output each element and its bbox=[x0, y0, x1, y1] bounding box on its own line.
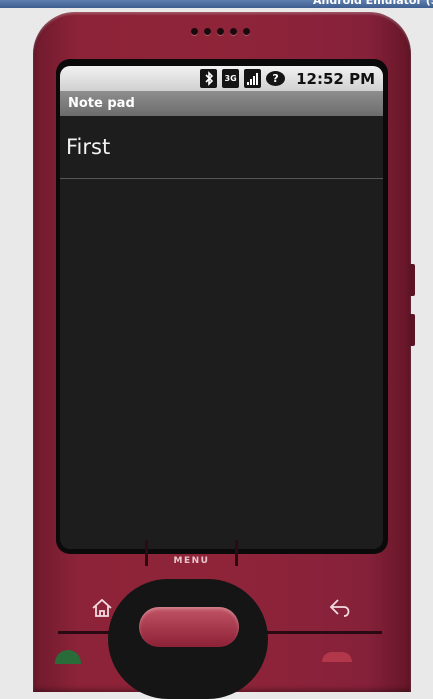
3g-icon: 3G bbox=[222, 69, 240, 88]
app-title: Note pad bbox=[68, 96, 135, 111]
list-item[interactable]: First bbox=[60, 116, 383, 179]
menu-label: MENU bbox=[173, 556, 210, 566]
note-list: First bbox=[60, 116, 383, 179]
back-icon[interactable] bbox=[328, 597, 354, 624]
app-title-bar: Note pad bbox=[60, 91, 383, 116]
speaker-grille bbox=[191, 28, 250, 35]
volume-up-button[interactable] bbox=[409, 264, 415, 296]
note-title: First bbox=[66, 135, 111, 159]
right-key-divider bbox=[262, 631, 382, 634]
menu-button[interactable]: MENU bbox=[145, 540, 238, 566]
emulator-window-titlebar: Android Emulator (5 bbox=[0, 0, 433, 8]
device-screen: 3G ? 12:52 PM Note pad First bbox=[60, 66, 383, 549]
end-call-icon[interactable] bbox=[322, 652, 352, 662]
status-bar: 3G ? 12:52 PM bbox=[60, 66, 383, 91]
signal-icon bbox=[244, 69, 262, 88]
emulator-window-title: Android Emulator (5 bbox=[313, 0, 433, 7]
bluetooth-icon bbox=[200, 69, 218, 88]
volume-down-button[interactable] bbox=[409, 314, 415, 346]
trackball[interactable] bbox=[139, 607, 239, 647]
help-icon: ? bbox=[266, 71, 286, 86]
status-clock: 12:52 PM bbox=[296, 69, 375, 88]
